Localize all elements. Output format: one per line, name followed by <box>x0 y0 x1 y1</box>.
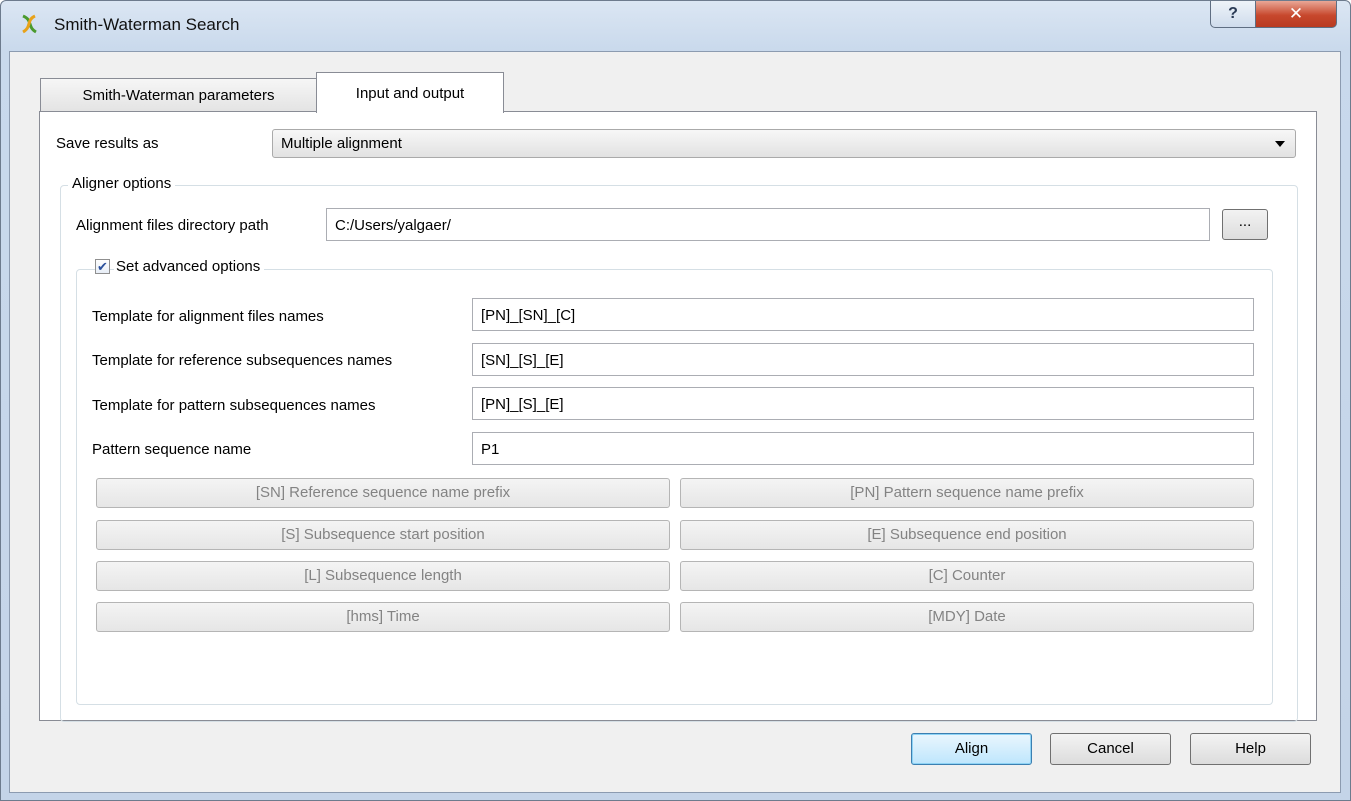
close-button[interactable]: ✕ <box>1255 1 1337 28</box>
tab-input-and-output[interactable]: Input and output <box>316 72 504 113</box>
cancel-button[interactable]: Cancel <box>1050 733 1171 765</box>
pattern-name-input[interactable]: P1 <box>472 432 1254 465</box>
tag-time-button[interactable]: [hms] Time <box>96 602 670 632</box>
directory-path-input[interactable]: C:/Users/yalgaer/ <box>326 208 1210 241</box>
template-files-label: Template for alignment files names <box>92 308 324 325</box>
tag-start-position-button[interactable]: [S] Subsequence start position <box>96 520 670 550</box>
tab-label: Input and output <box>355 84 465 102</box>
context-help-button[interactable]: ? <box>1210 1 1256 28</box>
browse-button[interactable]: ... <box>1222 209 1268 240</box>
tab-smith-waterman-parameters[interactable]: Smith-Waterman parameters <box>40 78 317 112</box>
close-icon: ✕ <box>1288 4 1304 23</box>
template-pattern-label: Template for pattern subsequences names <box>92 397 376 414</box>
tag-end-position-button[interactable]: [E] Subsequence end position <box>680 520 1254 550</box>
ugene-helix-icon <box>22 14 37 34</box>
dialog-window: Smith-Waterman Search ? ✕ Smith-Waterman… <box>0 0 1351 801</box>
directory-path-label: Alignment files directory path <box>76 217 269 234</box>
tag-date-button[interactable]: [MDY] Date <box>680 602 1254 632</box>
tab-pane-input-output: Save results as Multiple alignment Align… <box>39 111 1317 722</box>
dialog-client-area: Smith-Waterman parameters Input and outp… <box>9 51 1341 793</box>
advanced-options-checkbox[interactable]: ✔ <box>95 259 110 274</box>
save-results-label: Save results as <box>56 135 159 152</box>
template-reference-input[interactable]: [SN]_[S]_[E] <box>472 343 1254 376</box>
tag-reference-name-button[interactable]: [SN] Reference sequence name prefix <box>96 478 670 508</box>
question-mark-icon: ? <box>1228 5 1238 22</box>
template-files-input[interactable]: [PN]_[SN]_[C] <box>472 298 1254 331</box>
tab-label: Smith-Waterman parameters <box>82 87 275 104</box>
tag-counter-button[interactable]: [C] Counter <box>680 561 1254 591</box>
help-button[interactable]: Help <box>1190 733 1311 765</box>
tag-length-button[interactable]: [L] Subsequence length <box>96 561 670 591</box>
tag-pattern-name-button[interactable]: [PN] Pattern sequence name prefix <box>680 478 1254 508</box>
template-reference-label: Template for reference subsequences name… <box>92 352 393 369</box>
template-pattern-input[interactable]: [PN]_[S]_[E] <box>472 387 1254 420</box>
checkmark-icon: ✔ <box>97 258 108 274</box>
title-bar[interactable]: Smith-Waterman Search ? ✕ <box>1 1 1350 51</box>
window-title: Smith-Waterman Search <box>54 15 240 34</box>
combobox-value: Multiple alignment <box>281 135 402 152</box>
aligner-options-title: Aligner options <box>68 175 176 192</box>
advanced-options-label: Set advanced options <box>114 258 265 275</box>
align-button[interactable]: Align <box>911 733 1032 765</box>
pattern-name-label: Pattern sequence name <box>92 441 252 458</box>
dropdown-arrow-icon <box>1275 141 1285 147</box>
save-results-combobox[interactable]: Multiple alignment <box>272 129 1296 158</box>
